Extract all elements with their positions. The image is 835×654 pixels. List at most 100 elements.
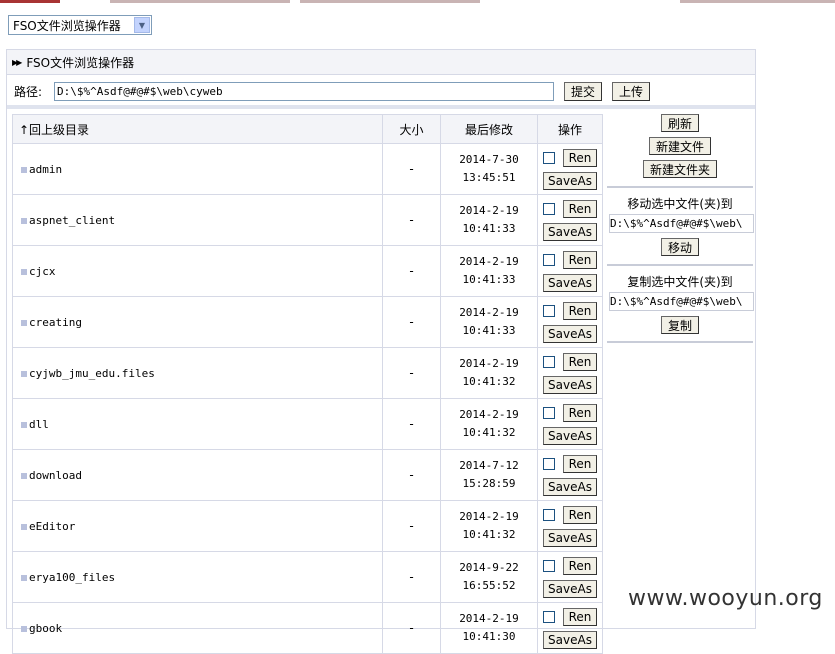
divider (607, 264, 753, 266)
move-button[interactable]: 移动 (661, 238, 699, 256)
select-checkbox[interactable] (543, 406, 555, 419)
refresh-button[interactable]: 刷新 (661, 114, 699, 132)
file-name[interactable]: admin (29, 163, 62, 176)
saveas-button[interactable]: SaveAs (543, 273, 597, 292)
rename-button[interactable]: Ren (563, 352, 597, 371)
select-checkbox[interactable] (543, 355, 555, 368)
modified-date: 2014-2-19 (459, 357, 519, 370)
file-name[interactable]: erya100_files (29, 571, 115, 584)
folder-icon (21, 625, 27, 632)
select-checkbox[interactable] (543, 304, 555, 317)
saveas-button[interactable]: SaveAs (543, 171, 597, 190)
upload-button[interactable]: 上传 (612, 81, 650, 101)
file-name-cell[interactable]: cjcx (12, 245, 383, 297)
table-row: admin - 2014-7-30 13:45:51 Ren SaveAs (12, 143, 603, 195)
ops-cell: Ren SaveAs (537, 449, 603, 501)
modified-time: 10:41:33 (462, 324, 516, 337)
rename-button[interactable]: Ren (563, 403, 597, 422)
saveas-button[interactable]: SaveAs (543, 630, 597, 649)
ops-cell: Ren SaveAs (537, 347, 603, 399)
rename-button[interactable]: Ren (563, 250, 597, 269)
mode-select-value: FSO文件浏览操作器 (13, 18, 121, 33)
size-cell: - (382, 500, 441, 552)
panel-title: FSO文件浏览操作器 (26, 55, 135, 70)
folder-icon (21, 523, 27, 530)
modified-time: 10:41:30 (462, 630, 516, 643)
select-checkbox[interactable] (543, 253, 555, 266)
new-file-button[interactable]: 新建文件 (649, 137, 711, 155)
modified-time: 15:28:59 (462, 477, 516, 490)
size-cell: - (382, 347, 441, 399)
modified-time: 16:55:52 (462, 579, 516, 592)
rename-button[interactable]: Ren (563, 556, 597, 575)
new-folder-button[interactable]: 新建文件夹 (643, 160, 717, 178)
file-name[interactable]: cjcx (29, 265, 56, 278)
file-name-cell[interactable]: admin (12, 143, 383, 195)
file-name-cell[interactable]: download (12, 449, 383, 501)
move-caption: 移动选中文件(夹)到 (627, 197, 733, 211)
file-name-cell[interactable]: gbook (12, 602, 383, 654)
file-name-cell[interactable]: cyjwb_jmu_edu.files (12, 347, 383, 399)
modified-cell: 2014-2-19 10:41:33 (440, 194, 538, 246)
file-name-cell[interactable]: dll (12, 398, 383, 450)
modified-date: 2014-2-19 (459, 255, 519, 268)
modified-date: 2014-2-19 (459, 408, 519, 421)
saveas-button[interactable]: SaveAs (543, 375, 597, 394)
table-row: download - 2014-7-12 15:28:59 Ren SaveAs (12, 449, 603, 501)
select-checkbox[interactable] (543, 151, 555, 164)
copy-path-input[interactable]: D:\$%^Asdf@#@#$\web\ (609, 292, 754, 311)
table-row: erya100_files - 2014-9-22 16:55:52 Ren SaveAs (12, 551, 603, 603)
modified-date: 2014-7-12 (459, 459, 519, 472)
rename-button[interactable]: Ren (563, 505, 597, 524)
mode-select[interactable]: FSO文件浏览操作器 ▼ (8, 15, 152, 35)
saveas-button[interactable]: SaveAs (543, 579, 597, 598)
select-checkbox[interactable] (543, 610, 555, 623)
saveas-button[interactable]: SaveAs (543, 324, 597, 343)
file-name[interactable]: cyjwb_jmu_edu.files (29, 367, 155, 380)
modified-cell: 2014-2-19 10:41:30 (440, 602, 538, 654)
file-name[interactable]: creating (29, 316, 82, 329)
select-checkbox[interactable] (543, 202, 555, 215)
modified-cell: 2014-9-22 16:55:52 (440, 551, 538, 603)
saveas-button[interactable]: SaveAs (543, 222, 597, 241)
folder-icon (21, 574, 27, 581)
file-name-cell[interactable]: erya100_files (12, 551, 383, 603)
rename-button[interactable]: Ren (563, 148, 597, 167)
ops-cell: Ren SaveAs (537, 398, 603, 450)
folder-icon (21, 370, 27, 377)
file-name-cell[interactable]: creating (12, 296, 383, 348)
modified-cell: 2014-2-19 10:41:32 (440, 500, 538, 552)
move-path-input[interactable]: D:\$%^Asdf@#@#$\web\ (609, 214, 754, 233)
file-name[interactable]: eEditor (29, 520, 75, 533)
ops-cell: Ren SaveAs (537, 143, 603, 195)
rename-button[interactable]: Ren (563, 454, 597, 473)
submit-button[interactable]: 提交 (564, 81, 602, 101)
divider (607, 341, 753, 343)
path-input[interactable]: D:\$%^Asdf@#@#$\web\cyweb (54, 81, 554, 101)
ops-cell: Ren SaveAs (537, 194, 603, 246)
file-name-cell[interactable]: eEditor (12, 500, 383, 552)
select-checkbox[interactable] (543, 508, 555, 521)
saveas-button[interactable]: SaveAs (543, 426, 597, 445)
chevron-down-icon[interactable]: ▼ (134, 17, 150, 33)
modified-date: 2014-2-19 (459, 204, 519, 217)
select-checkbox[interactable] (543, 457, 555, 470)
select-checkbox[interactable] (543, 559, 555, 572)
rename-button[interactable]: Ren (563, 301, 597, 320)
modified-time: 10:41:33 (462, 273, 516, 286)
file-name[interactable]: aspnet_client (29, 214, 115, 227)
rename-button[interactable]: Ren (563, 199, 597, 218)
copy-button[interactable]: 复制 (661, 316, 699, 334)
file-name[interactable]: download (29, 469, 82, 482)
modified-cell: 2014-7-30 13:45:51 (440, 143, 538, 195)
parent-dir-link[interactable]: ↑回上级目录 (12, 114, 383, 144)
modified-cell: 2014-2-19 10:41:32 (440, 347, 538, 399)
file-name[interactable]: dll (29, 418, 49, 431)
file-name-cell[interactable]: aspnet_client (12, 194, 383, 246)
rename-button[interactable]: Ren (563, 607, 597, 626)
saveas-button[interactable]: SaveAs (543, 477, 597, 496)
folder-icon (21, 472, 27, 479)
divider (607, 186, 753, 188)
saveas-button[interactable]: SaveAs (543, 528, 597, 547)
file-name[interactable]: gbook (29, 622, 62, 635)
